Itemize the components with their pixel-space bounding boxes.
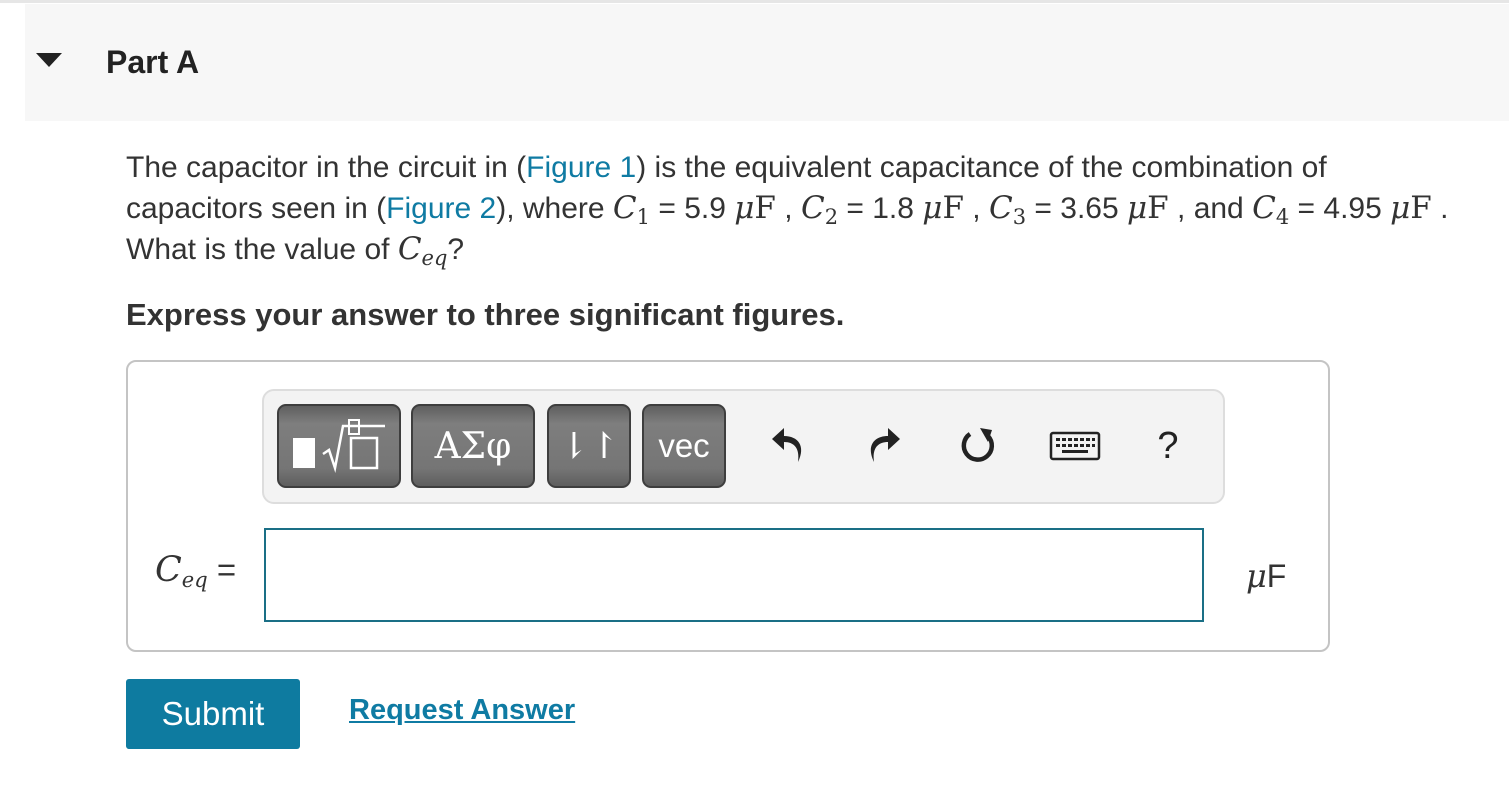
undo-icon[interactable] (764, 420, 812, 472)
help-icon[interactable]: ? (1148, 420, 1188, 472)
c3-unit: μF (1127, 190, 1169, 226)
instruction-text: Express your answer to three significant… (126, 297, 845, 332)
submit-button[interactable]: Submit (126, 679, 300, 749)
top-divider (0, 0, 1509, 3)
c1-unit: μF (734, 190, 776, 226)
figure-1-link[interactable]: Figure 1 (526, 151, 636, 184)
collapse-caret-icon[interactable] (36, 53, 62, 67)
request-answer-link[interactable]: Request Answer (349, 694, 575, 727)
reset-icon[interactable] (953, 420, 1003, 472)
c3-symbol: C3 (988, 190, 1027, 229)
keyboard-icon[interactable] (1047, 420, 1103, 472)
templates-icon (293, 419, 385, 473)
subscript-superscript-button[interactable]: ⇂↾ (547, 404, 631, 488)
templates-button[interactable] (277, 404, 401, 488)
part-title: Part A (106, 44, 200, 80)
answer-variable-label: Ceq = (155, 550, 237, 592)
answer-input[interactable] (264, 528, 1204, 622)
greek-symbols-button[interactable]: ΑΣφ (411, 404, 535, 488)
redo-icon[interactable] (860, 420, 908, 472)
c4-symbol: C4 (1252, 190, 1290, 229)
figure-2-link[interactable]: Figure 2 (386, 192, 496, 225)
c4-unit: μF (1390, 190, 1432, 226)
part-header[interactable] (25, 4, 1509, 121)
answer-units: μF (1246, 557, 1287, 595)
vector-button[interactable]: vec (642, 404, 726, 488)
c2-unit: μF (922, 190, 964, 226)
ceq-symbol: Ceq (397, 231, 448, 270)
question-text: The capacitor in the circuit in (Figure … (126, 151, 1449, 270)
c1-symbol: C1 (612, 190, 651, 229)
c2-symbol: C2 (800, 190, 839, 229)
